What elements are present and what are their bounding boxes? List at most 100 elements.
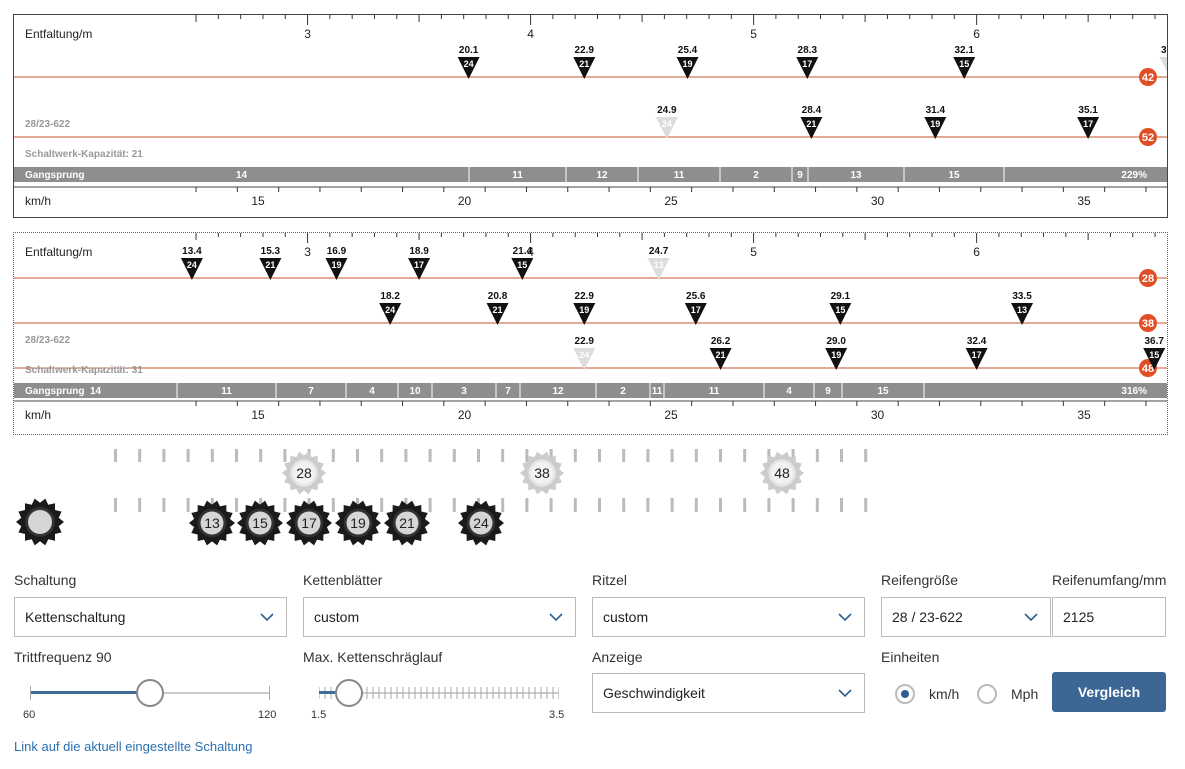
bottom-tick-label: 30 [871, 194, 885, 208]
axis-label-top: Entfaltung/m [25, 27, 92, 41]
chevron-down-icon [838, 689, 852, 698]
current-config-link[interactable]: Link auf die aktuell eingestellte Schalt… [14, 739, 253, 754]
cog-option-icon[interactable]: 24 [458, 500, 504, 546]
gangsprung-value: 15 [948, 170, 960, 181]
gear-cog-label: 13 [1017, 305, 1027, 315]
top-tick-label: 6 [973, 245, 980, 259]
gear-speed-label: 33.5 [1012, 291, 1032, 302]
tire-label: 28/23-622 [25, 119, 70, 130]
anzeige-value: Geschwindigkeit [603, 685, 705, 701]
cog-option-icon[interactable]: 15 [237, 500, 283, 546]
gangsprung-value: 13 [850, 170, 862, 181]
umfang-input[interactable]: 2125 [1052, 597, 1166, 637]
schraeglauf-min: 1.5 [311, 709, 327, 721]
gear-cog-label: 13 [1166, 59, 1167, 69]
axis-label-top: Entfaltung/m [25, 245, 92, 259]
gangsprung-value: 14 [90, 386, 102, 397]
top-tick-label: 4 [527, 27, 534, 41]
gear-speed-label: 21.4 [513, 246, 533, 257]
cog-option-icon[interactable]: 21 [384, 500, 430, 546]
svg-text:17: 17 [301, 515, 317, 531]
chainring-option-icon[interactable]: 28 [282, 451, 326, 495]
gear-picker: 28 38 48 13 15 17 19 21 24 [16, 449, 868, 546]
chainring-gear-icon[interactable] [16, 498, 64, 546]
gangsprung-value: 9 [797, 170, 803, 181]
unit-kmh-label: km/h [929, 686, 960, 702]
chainring-badge-label: 52 [1142, 132, 1154, 144]
gangsprung-value: 2 [753, 170, 759, 181]
slider-handle[interactable] [335, 679, 363, 707]
cog-option-icon[interactable]: 13 [189, 500, 235, 546]
gear-cog-label: 24 [187, 260, 197, 270]
reifen-label: Reifengröße [881, 572, 959, 588]
unit-mph-label: Mph [1011, 686, 1039, 702]
gear-chart-panel-2: Entfaltung/m34567892813.42415.32116.9191… [13, 232, 1168, 435]
gear-speed-label: 22.9 [575, 291, 595, 302]
gear-speed-label: 36.7 [1144, 336, 1164, 347]
top-tick-label: 6 [973, 27, 980, 41]
gangsprung-value: 2 [620, 386, 626, 397]
bottom-tick-label: 20 [458, 408, 472, 422]
svg-text:28: 28 [296, 465, 312, 481]
svg-text:24: 24 [473, 515, 489, 531]
gangsprung-bar [14, 383, 1167, 398]
gear-cog-label: 19 [683, 59, 693, 69]
gear-speed-label: 26.2 [711, 336, 731, 347]
unit-mph-radio[interactable] [977, 684, 997, 704]
kettenblaetter-dropdown[interactable]: custom [303, 597, 576, 637]
anzeige-dropdown[interactable]: Geschwindigkeit [592, 673, 865, 713]
gangsprung-value: 11 [652, 386, 663, 397]
top-tick-label: 3 [304, 245, 311, 259]
axis-label-bottom: km/h [25, 194, 51, 208]
svg-text:13: 13 [204, 515, 220, 531]
chainring-option-icon[interactable]: 48 [760, 451, 804, 495]
top-tick-label: 3 [304, 27, 311, 41]
gangsprung-label: Gangsprung [25, 170, 84, 181]
gear-cog-label: 21 [493, 305, 503, 315]
kettenblaetter-value: custom [314, 609, 360, 625]
bottom-tick-label: 20 [458, 194, 472, 208]
gangsprung-value: 15 [877, 386, 889, 397]
gear-speed-label: 20.1 [459, 45, 479, 56]
chainring-badge-label: 38 [1142, 318, 1154, 330]
bottom-tick-label: 35 [1077, 194, 1091, 208]
gangsprung-value: 11 [221, 386, 232, 397]
cog-option-icon[interactable]: 19 [335, 500, 381, 546]
schaltung-dropdown[interactable]: Kettenschaltung [14, 597, 287, 637]
trittfrequenz-slider[interactable] [30, 678, 270, 708]
slider-fill [30, 691, 150, 694]
chevron-down-icon [838, 613, 852, 622]
gangsprung-value: 11 [674, 170, 685, 181]
gear-cog-label: 21 [265, 260, 275, 270]
anzeige-label: Anzeige [592, 649, 643, 665]
unit-kmh-radio[interactable] [895, 684, 915, 704]
gear-cog-label: 24 [385, 305, 395, 315]
cog-option-icon[interactable]: 17 [286, 500, 332, 546]
tire-label: 28/23-622 [25, 335, 70, 346]
ritzel-dropdown[interactable]: custom [592, 597, 865, 637]
gear-speed-label: 20.8 [488, 291, 508, 302]
svg-text:19: 19 [350, 515, 366, 531]
compare-button[interactable]: Vergleich [1052, 672, 1166, 712]
gear-cog-label: 17 [1083, 119, 1093, 129]
gangsprung-value: 10 [409, 386, 421, 397]
gear-speed-label: 25.6 [686, 291, 706, 302]
kettenblaetter-label: Kettenblätter [303, 572, 383, 588]
reifen-dropdown[interactable]: 28 / 23-622 [881, 597, 1051, 637]
capacity-label: Schaltwerk-Kapazität: 31 [25, 365, 143, 376]
gear-cog-label: 24 [579, 350, 589, 360]
gear-cog-label: 19 [831, 350, 841, 360]
einheiten-label: Einheiten [881, 649, 940, 665]
gangsprung-value: 12 [596, 170, 608, 181]
schraeglauf-slider[interactable] [319, 678, 559, 708]
gear-cog-label: 21 [716, 350, 726, 360]
gear-speed-label: 35.1 [1078, 105, 1098, 116]
gear-cog-label: 19 [331, 260, 341, 270]
gear-speed-label: 32.1 [954, 45, 974, 56]
gangsprung-label: Gangsprung [25, 386, 84, 397]
gear-chart-panel-1: Entfaltung/m34567894220.12422.92125.4192… [13, 14, 1168, 218]
slider-handle[interactable] [136, 679, 164, 707]
chainring-badge-label: 28 [1142, 273, 1154, 285]
gangsprung-value: 229% [1121, 170, 1147, 181]
gangsprung-value: 7 [505, 386, 511, 397]
